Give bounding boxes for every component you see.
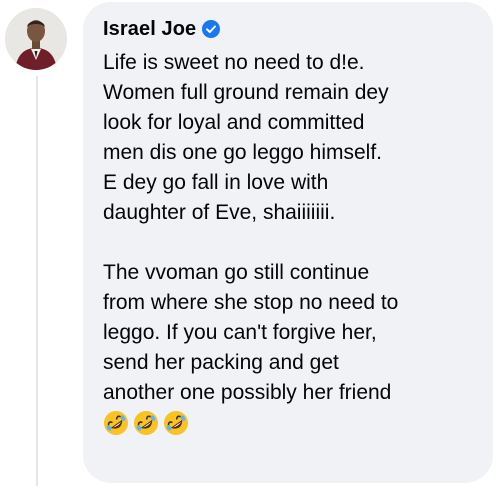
text-line: Life is sweet no need to d!e. bbox=[103, 51, 365, 74]
comment: Israel Joe Life is sweet no need to d!e.… bbox=[0, 0, 498, 486]
text-line: Women full ground remain dey bbox=[103, 81, 389, 104]
thread-line bbox=[36, 76, 38, 486]
text-line: look for loyal and committed bbox=[103, 111, 365, 134]
rolling-on-floor-laughing-emoji bbox=[164, 411, 188, 435]
text-line: from where she stop no need to bbox=[103, 291, 399, 314]
text-line: The vvoman go still continue bbox=[103, 261, 370, 284]
avatar-image bbox=[5, 8, 67, 70]
comment-bubble: Israel Joe Life is sweet no need to d!e.… bbox=[83, 2, 493, 483]
comment-text: Life is sweet no need to d!e. Women full… bbox=[103, 48, 483, 436]
emoji-row bbox=[103, 410, 483, 436]
text-line: E dey go fall in love with bbox=[103, 171, 329, 194]
text-line: daughter of Eve, shaiiiiiii. bbox=[103, 201, 336, 224]
text-line: another one possibly her friend bbox=[103, 381, 392, 404]
author-row: Israel Joe bbox=[103, 14, 483, 44]
verified-badge-icon bbox=[202, 20, 221, 38]
author-name[interactable]: Israel Joe bbox=[103, 18, 196, 41]
text-line: send her packing and get bbox=[103, 351, 339, 374]
rolling-on-floor-laughing-emoji bbox=[134, 411, 158, 435]
text-line: men dis one go leggo himself. bbox=[103, 141, 382, 164]
rolling-on-floor-laughing-emoji bbox=[104, 411, 128, 435]
text-line: leggo. If you can't forgive her, bbox=[103, 321, 377, 344]
avatar[interactable] bbox=[5, 8, 67, 70]
